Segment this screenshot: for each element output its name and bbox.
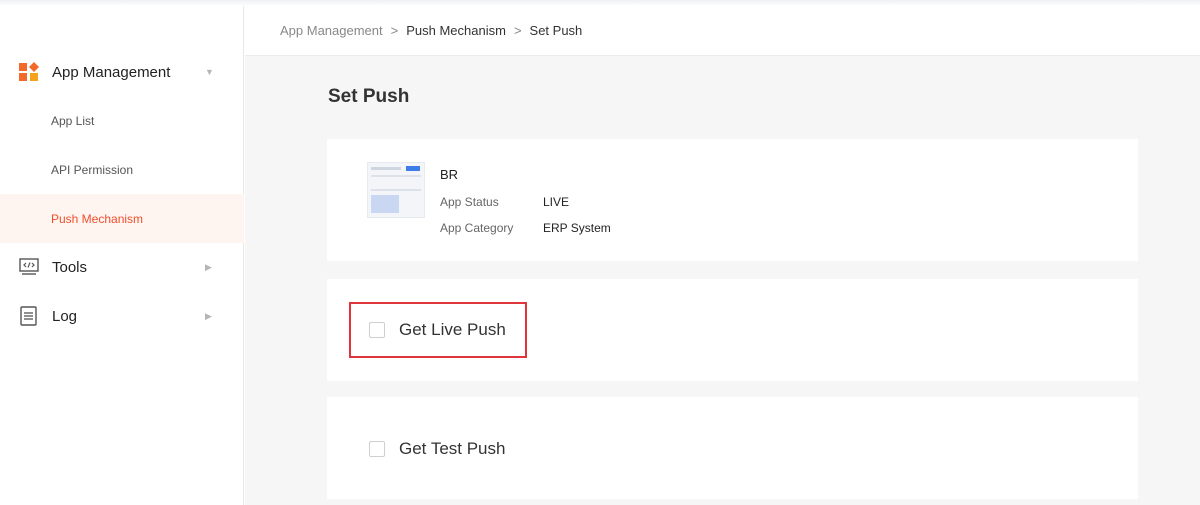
chevron-right-icon: ▶ — [205, 261, 212, 272]
breadcrumb-set-push: Set Push — [529, 23, 583, 38]
code-monitor-icon — [19, 258, 39, 275]
document-icon — [20, 306, 37, 326]
live-push-card: Get Live Push — [327, 279, 1138, 381]
sidebar: App Management ▼ App List API Permission… — [0, 6, 244, 505]
app-status-value: LIVE — [543, 195, 570, 209]
chevron-right-icon: ▶ — [205, 310, 212, 321]
sidebar-group-app-management[interactable]: App Management ▼ — [0, 48, 244, 96]
breadcrumb-push-mechanism[interactable]: Push Mechanism — [406, 23, 506, 38]
live-push-checkbox[interactable] — [369, 322, 385, 338]
sidebar-group-tools[interactable]: Tools ▶ — [0, 243, 244, 291]
breadcrumb: App Management > Push Mechanism > Set Pu… — [245, 6, 1200, 56]
test-push-label: Get Test Push — [399, 439, 506, 458]
sidebar-item-label: Push Mechanism — [51, 211, 144, 226]
live-push-label: Get Live Push — [399, 320, 506, 339]
sidebar-item-label: App List — [51, 113, 95, 128]
sidebar-item-api-permission[interactable]: API Permission — [0, 145, 244, 194]
sidebar-group-label: Log — [52, 307, 78, 325]
breadcrumb-separator: > — [390, 23, 399, 38]
sidebar-item-label: API Permission — [51, 162, 134, 177]
app-category-label: App Category — [440, 221, 514, 235]
breadcrumb-app-management[interactable]: App Management — [280, 23, 383, 38]
chevron-down-icon: ▼ — [205, 67, 214, 77]
app-category-value: ERP System — [543, 221, 611, 235]
page-title: Set Push — [328, 86, 410, 107]
app-thumbnail — [367, 162, 425, 218]
test-push-option[interactable]: Get Test Push — [369, 439, 505, 459]
test-push-checkbox[interactable] — [369, 441, 385, 457]
breadcrumb-separator: > — [513, 23, 522, 38]
test-push-card: Get Test Push — [327, 397, 1138, 499]
sidebar-item-app-list[interactable]: App List — [0, 96, 244, 145]
sidebar-group-label: App Management — [52, 63, 171, 81]
app-name: BR — [440, 167, 459, 182]
sidebar-group-log[interactable]: Log ▶ — [0, 292, 244, 340]
sidebar-item-push-mechanism[interactable]: Push Mechanism — [0, 194, 244, 243]
main-content: App Management > Push Mechanism > Set Pu… — [245, 6, 1200, 505]
sidebar-group-label: Tools — [52, 258, 88, 276]
app-status-label: App Status — [440, 195, 499, 209]
app-info-card: BR App Status LIVE App Category ERP Syst… — [327, 139, 1138, 261]
live-push-option[interactable]: Get Live Push — [369, 320, 506, 340]
app-grid-icon — [19, 62, 39, 81]
